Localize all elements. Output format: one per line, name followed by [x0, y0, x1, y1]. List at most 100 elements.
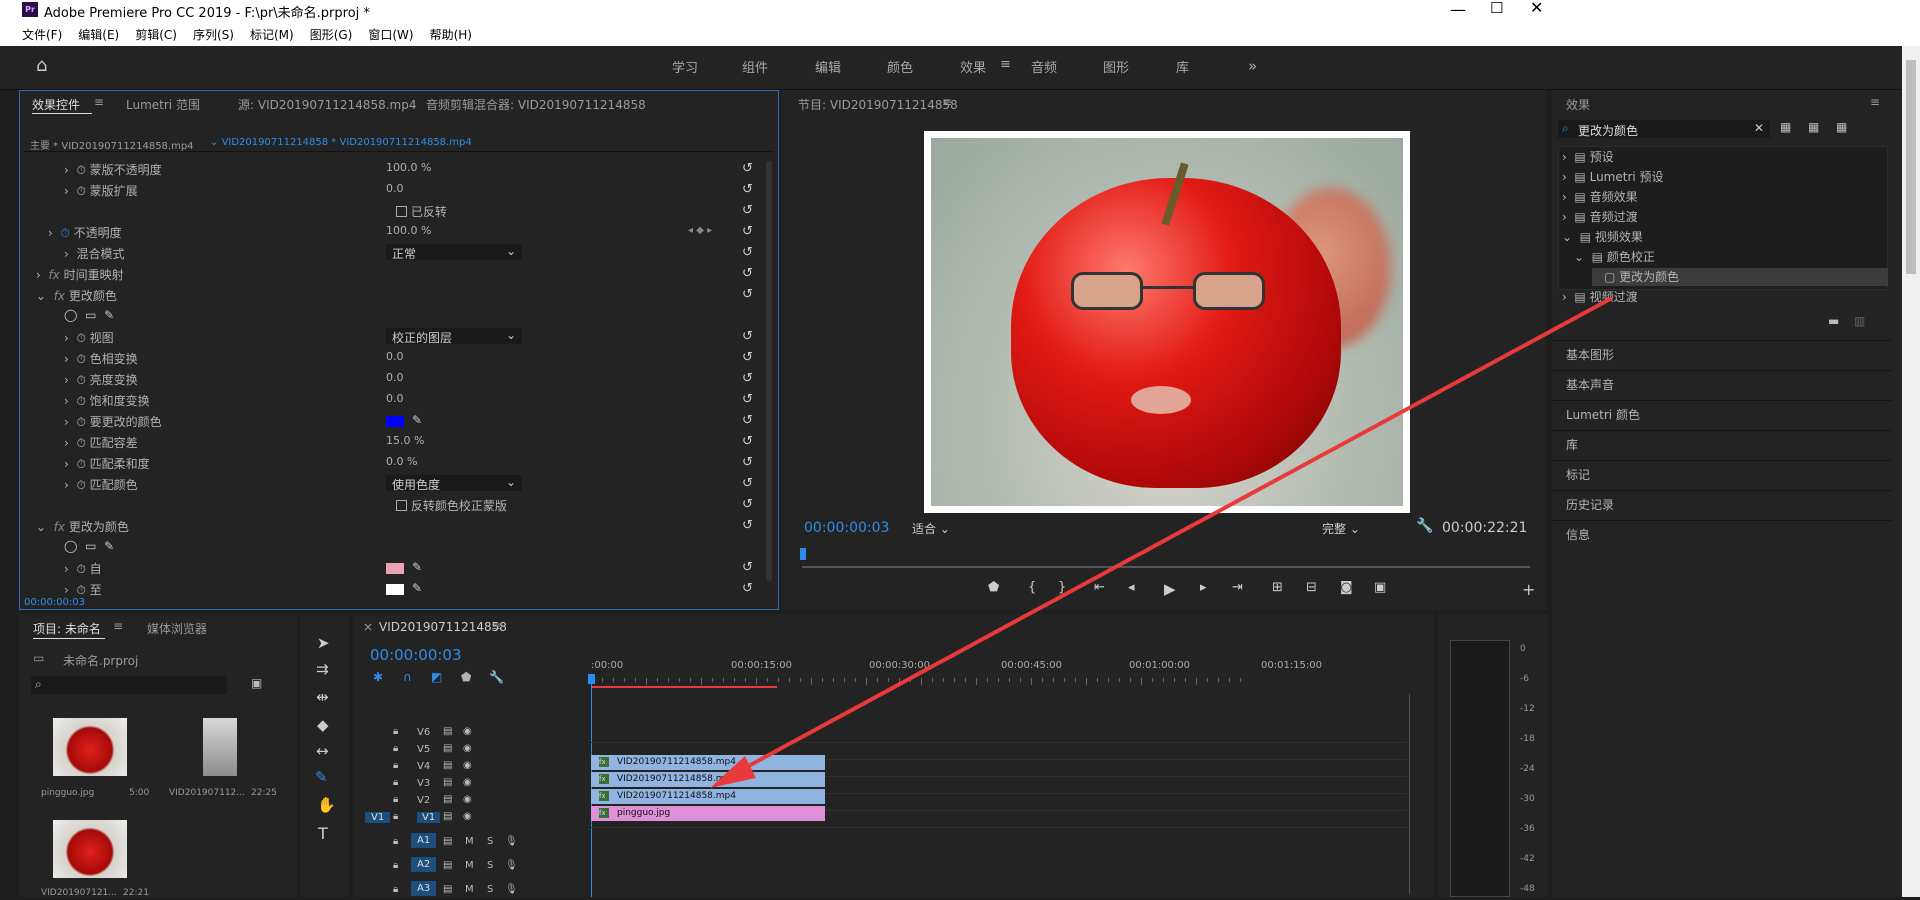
delete-icon[interactable]: ▥: [1854, 314, 1865, 328]
effects-section[interactable]: 历史记录: [1566, 496, 1614, 513]
rect-mask-icon[interactable]: ▭: [85, 539, 96, 553]
mark-out-icon[interactable]: }: [1058, 580, 1066, 595]
mute-button[interactable]: M: [465, 884, 474, 895]
effect-row[interactable]: ⌄ fx 更改颜色: [26, 287, 117, 307]
effect-value[interactable]: 0.0 %: [386, 455, 417, 475]
project-item-video2[interactable]: [53, 820, 127, 878]
new-search-bin-icon[interactable]: ▣: [251, 676, 262, 690]
ellipse-mask-icon[interactable]: ◯: [64, 539, 77, 553]
effect-row[interactable]: › ⏱ 视图: [26, 329, 114, 349]
tree-color-correction[interactable]: ⌄ ▤ 颜色校正: [1574, 248, 1655, 265]
menu-window[interactable]: 窗口(W): [360, 20, 421, 43]
lock-icon[interactable]: 🔒︎: [393, 860, 398, 871]
effect-row[interactable]: › ⏱ 蒙版不透明度: [26, 161, 162, 181]
reset-icon[interactable]: ↺: [742, 477, 756, 491]
reset-icon[interactable]: ↺: [742, 435, 756, 449]
timeline-clip[interactable]: fx VID20190711214858.mp4: [591, 772, 825, 787]
workspace-effects[interactable]: 效果: [960, 57, 986, 76]
effects-section[interactable]: Lumetri 颜色: [1566, 406, 1640, 423]
workspace-assembly[interactable]: 组件: [742, 57, 768, 76]
effects-search-box[interactable]: ⌕ 更改为颜色 ✕: [1558, 120, 1770, 138]
timeline-settings-icon[interactable]: 🔧: [489, 670, 504, 684]
effect-value[interactable]: 0.0: [386, 392, 404, 412]
track-label[interactable]: A2: [411, 857, 437, 872]
eyedropper-icon[interactable]: ✎: [412, 560, 422, 574]
eyedropper-icon[interactable]: ✎: [412, 581, 422, 595]
menu-sequence[interactable]: 序列(S): [185, 20, 242, 43]
lock-icon[interactable]: 🔒︎: [393, 760, 398, 771]
tree-video-transitions[interactable]: › ▤ 视频过渡: [1562, 288, 1638, 305]
go-to-out-icon[interactable]: ⇥: [1232, 580, 1243, 595]
reset-icon[interactable]: ↺: [742, 267, 756, 281]
project-menu-icon[interactable]: ≡: [113, 619, 123, 633]
playhead-marker[interactable]: [800, 548, 806, 560]
track-select-tool-icon[interactable]: ⇉: [316, 660, 329, 678]
clip-master[interactable]: 主要 * VID20190711214858.mp4: [30, 137, 194, 152]
tree-audio-effects[interactable]: › ▤ 音频效果: [1562, 188, 1638, 205]
menu-edit[interactable]: 编辑(E): [70, 20, 127, 43]
audio-track-header[interactable]: 🔒︎ A3 ▤ M S 🎙︎: [393, 881, 591, 900]
ellipse-mask-icon[interactable]: ◯: [64, 308, 77, 322]
timeline-clip[interactable]: fx pingguo.jpg: [591, 806, 825, 821]
toggle-sync-icon[interactable]: ▤: [443, 860, 452, 871]
effects-section[interactable]: 基本图形: [1566, 346, 1614, 363]
source-patch-v1[interactable]: V1: [365, 812, 391, 823]
reset-icon[interactable]: ↺: [742, 456, 756, 470]
track-label[interactable]: V5: [417, 744, 430, 755]
reset-icon[interactable]: ↺: [742, 393, 756, 407]
effect-row[interactable]: › ⏱ 匹配容差: [26, 434, 138, 454]
slip-tool-icon[interactable]: ↔: [316, 742, 329, 760]
effect-row[interactable]: › fx 时间重映射: [26, 266, 124, 286]
checkbox[interactable]: 已反转: [396, 203, 447, 220]
workspace-graphics[interactable]: 图形: [1103, 57, 1129, 76]
timeline-zoom-scrollbar[interactable]: [1409, 694, 1419, 894]
workspace-menu-icon[interactable]: ≡: [1000, 57, 1011, 72]
menu-file[interactable]: 文件(F): [14, 20, 70, 43]
step-back-icon[interactable]: ◂: [1128, 580, 1135, 595]
project-item-video1[interactable]: [203, 718, 237, 776]
effect-value[interactable]: 100.0 %: [386, 161, 431, 181]
effect-row[interactable]: › ⏱ 蒙版扩展: [26, 182, 138, 202]
step-forward-icon[interactable]: ▸: [1200, 580, 1207, 595]
extract-icon[interactable]: ⊟: [1306, 580, 1317, 595]
minimize-icon[interactable]: —: [1450, 0, 1466, 19]
track-label[interactable]: A3: [411, 881, 437, 896]
track-label[interactable]: A1: [411, 833, 437, 848]
reset-icon[interactable]: ↺: [742, 351, 756, 365]
pen-tool-icon[interactable]: ✎: [315, 768, 328, 786]
effects-section[interactable]: 库: [1566, 436, 1578, 453]
program-scrubber[interactable]: [802, 566, 1530, 568]
video-track-header[interactable]: 🔒︎ V1 ▤ ◉: [393, 811, 591, 827]
project-item-pingguo[interactable]: [53, 718, 127, 776]
video-track-header[interactable]: 🔒︎ V2 ▤ ◉: [393, 794, 591, 810]
quality-select[interactable]: 完整 ⌄: [1322, 520, 1360, 537]
effect-dropdown[interactable]: 使用色度 ⌄: [386, 475, 522, 492]
lock-icon[interactable]: 🔒︎: [393, 884, 398, 895]
effects-menu-icon[interactable]: ≡: [1870, 95, 1880, 109]
effects-section[interactable]: 信息: [1566, 526, 1590, 543]
eye-icon[interactable]: ◉: [463, 811, 472, 822]
program-menu-icon[interactable]: ≡: [942, 95, 952, 109]
effect-dropdown[interactable]: 正常 ⌄: [386, 244, 522, 261]
effect-row[interactable]: › ⏱ 自: [26, 560, 102, 580]
effect-value[interactable]: 0.0: [386, 182, 404, 202]
audio-track-header[interactable]: 🔒︎ A2 ▤ M S 🎙︎: [393, 857, 591, 876]
lift-icon[interactable]: ⊞: [1272, 580, 1283, 595]
toggle-sync-icon[interactable]: ▤: [443, 777, 452, 788]
lock-icon[interactable]: 🔒︎: [393, 777, 398, 788]
reset-icon[interactable]: ↺: [742, 372, 756, 386]
video-track-header[interactable]: 🔒︎ V3 ▤ ◉: [393, 777, 591, 793]
effect-row[interactable]: › ⏱ 匹配颜色: [26, 476, 138, 496]
solo-button[interactable]: S: [487, 836, 493, 847]
toggle-sync-icon[interactable]: ▤: [443, 836, 452, 847]
linked-selection-icon[interactable]: ◩: [431, 670, 442, 684]
effect-value[interactable]: 0.0: [386, 350, 404, 370]
tree-video-effects[interactable]: ⌄ ▤ 视频效果: [1562, 228, 1643, 245]
effect-value[interactable]: 0.0: [386, 371, 404, 391]
eye-icon[interactable]: ◉: [463, 777, 472, 788]
menu-clip[interactable]: 剪辑(C): [127, 20, 185, 43]
lock-icon[interactable]: 🔒︎: [393, 726, 398, 737]
color-swatch[interactable]: [386, 416, 404, 427]
effect-row[interactable]: ⌄ fx 更改为颜色: [26, 518, 129, 538]
track-label[interactable]: V3: [417, 778, 430, 789]
